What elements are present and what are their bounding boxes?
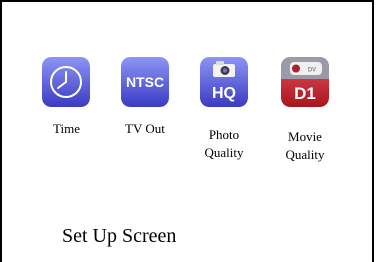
ntsc-icon: NTSC xyxy=(121,57,169,107)
photo-quality-label: Photo Quality xyxy=(201,127,247,160)
movie-quality-label-line2: Quality xyxy=(285,147,325,162)
tv-out-label: TV Out xyxy=(125,121,165,136)
tv-out-tile[interactable]: NTSC xyxy=(121,57,169,107)
time-tile[interactable] xyxy=(42,57,90,107)
time-label: Time xyxy=(53,121,80,136)
movie-quality-tile[interactable]: DV D1 xyxy=(281,57,329,107)
camera-hq-icon: HQ xyxy=(200,57,248,107)
movie-quality-label-line1: Movie xyxy=(288,129,322,144)
page-title: Set Up Screen xyxy=(62,225,177,247)
camcorder-d1-icon: DV D1 xyxy=(281,57,329,107)
svg-text:HQ: HQ xyxy=(212,85,236,102)
svg-text:NTSC: NTSC xyxy=(126,74,164,90)
photo-quality-label-line1: Photo xyxy=(208,127,240,142)
svg-text:D1: D1 xyxy=(294,84,316,103)
photo-quality-label-line2: Quality xyxy=(204,145,244,160)
svg-text:DV: DV xyxy=(308,68,316,74)
movie-quality-label: Movie Quality xyxy=(282,129,328,162)
clock-icon xyxy=(42,57,90,107)
photo-quality-tile[interactable]: HQ xyxy=(200,57,248,107)
